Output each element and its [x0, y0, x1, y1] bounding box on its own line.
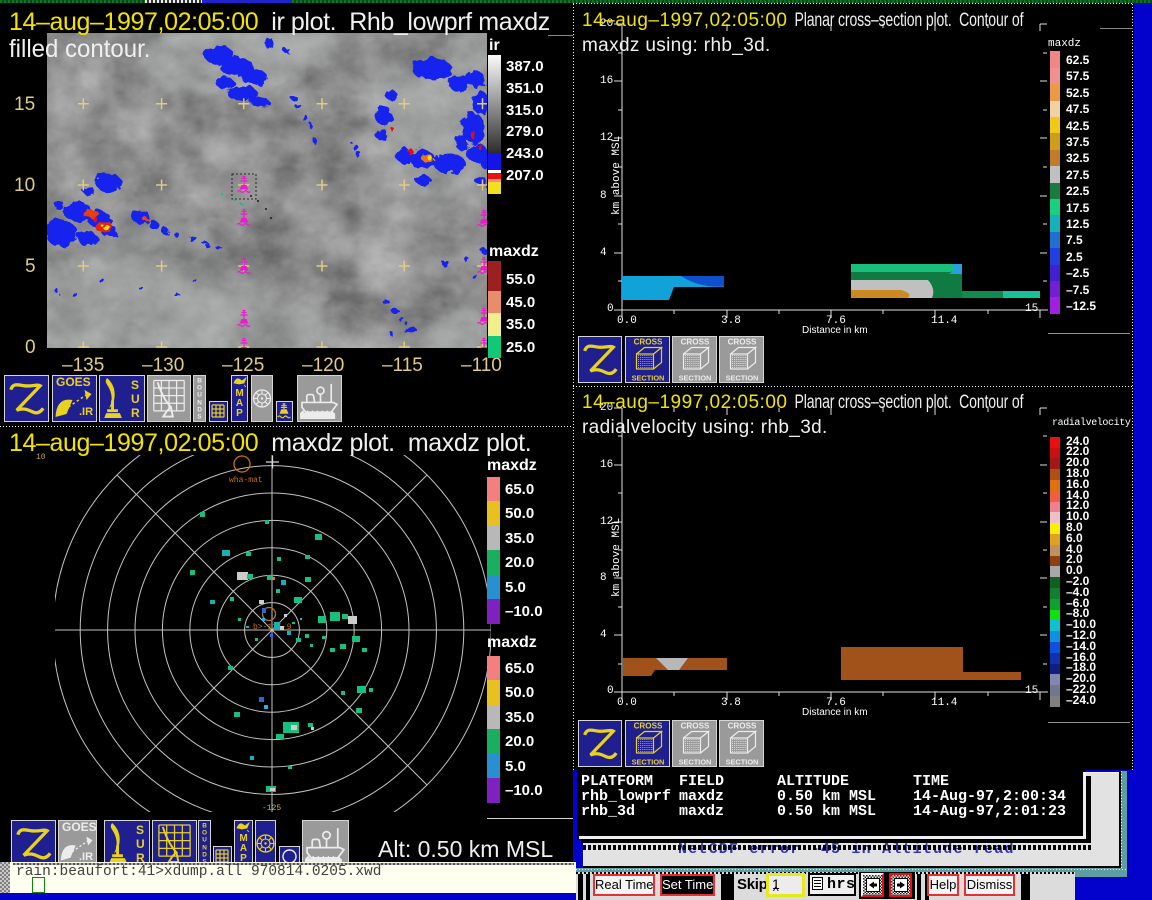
svg-text:b>-125-9: b>-125-9 [253, 623, 292, 632]
svg-text:-125: -125 [262, 804, 281, 813]
svg-text:wha-mat: wha-mat [229, 476, 263, 485]
